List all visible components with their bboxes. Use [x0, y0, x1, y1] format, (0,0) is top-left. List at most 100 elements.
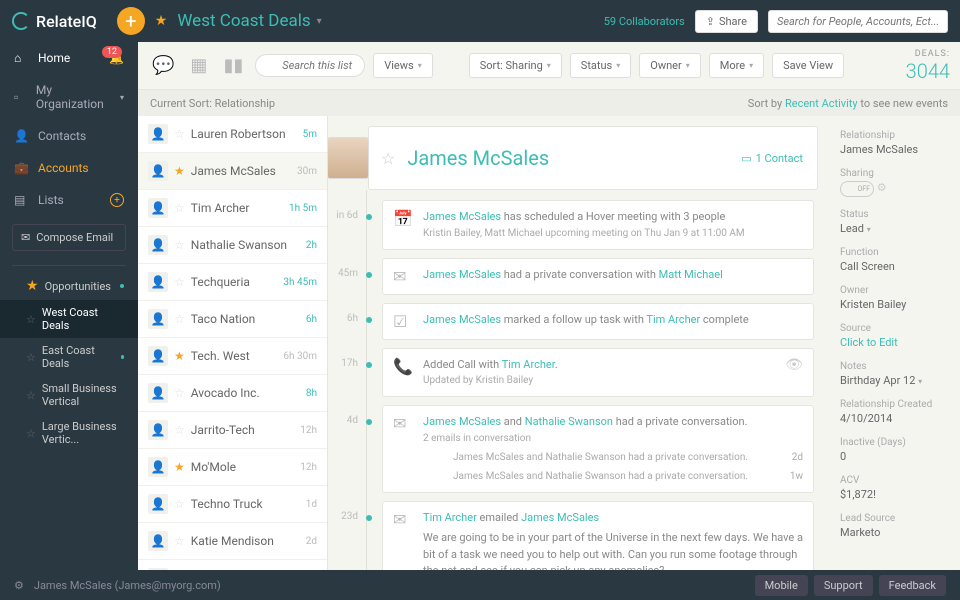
field-label: Relationship	[840, 130, 948, 141]
list-row[interactable]: 👤☆Techqueria3h 45m	[138, 264, 327, 301]
timeline-event: 45m✉James McSales had a private conversa…	[328, 258, 818, 295]
sidebar-field-acv[interactable]: ACV$1,872!	[840, 475, 948, 501]
chart-view-icon[interactable]: ▮▮	[219, 55, 247, 76]
sidebar-field-owner[interactable]: OwnerKristen Bailey	[840, 285, 948, 311]
list-row[interactable]: 👤☆Nathalie Swanson2h	[138, 227, 327, 264]
list-row[interactable]: 👤☆Taco Nation6h	[138, 301, 327, 338]
sidebar-field-sharing[interactable]: SharingOFF ⚙	[840, 168, 948, 197]
timeline-event: 4d✉James McSales and Nathalie Swanson ha…	[328, 405, 818, 493]
star-icon[interactable]: ☆	[174, 497, 185, 511]
sidebar-field-created[interactable]: Relationship Created4/10/2014	[840, 399, 948, 425]
activity-dot	[120, 284, 124, 288]
list-row[interactable]: 👤★Tech. West6h 30m	[138, 338, 327, 375]
star-icon[interactable]: ★	[174, 460, 185, 474]
accounts-icon: 💼	[14, 161, 28, 175]
list-row[interactable]: 👤☆Brandon Cunningham3d	[138, 560, 327, 570]
gear-icon[interactable]: ⚙	[877, 181, 887, 194]
more-dropdown[interactable]: More▾	[709, 53, 764, 78]
compose-email-button[interactable]: ✉Compose Email	[12, 224, 126, 251]
field-label: Function	[840, 247, 948, 258]
star-icon[interactable]: ☆	[174, 312, 185, 326]
sidebar-field-leadsource[interactable]: Lead SourceMarketo	[840, 513, 948, 539]
event-card[interactable]: ✉Tim Archer emailed James McSalesWe are …	[382, 501, 814, 571]
topbar: RelateIQ + ★ West Coast Deals▾ 59 Collab…	[0, 0, 960, 42]
star-icon[interactable]: ☆	[174, 238, 185, 252]
sidebar-field-relationship[interactable]: RelationshipJames McSales	[840, 130, 948, 156]
global-search-input[interactable]	[768, 10, 948, 33]
row-time: 6h	[306, 314, 317, 325]
add-button[interactable]: +	[117, 7, 145, 35]
event-card[interactable]: ☑James McSales marked a follow up task w…	[382, 303, 814, 340]
list-row[interactable]: 👤☆Techno Truck1d	[138, 486, 327, 523]
list-row[interactable]: 👤★Mo'Mole12h	[138, 449, 327, 486]
recent-activity-link[interactable]: Recent Activity	[785, 97, 858, 110]
event-card[interactable]: 📅James McSales has scheduled a Hover mee…	[382, 200, 814, 250]
gear-icon[interactable]: ⚙	[14, 579, 24, 592]
collaborators-link[interactable]: 59 Collaborators	[604, 15, 685, 28]
list-row[interactable]: 👤★James McSales30m	[138, 153, 327, 190]
mobile-button[interactable]: Mobile	[755, 575, 808, 596]
nav-accounts[interactable]: 💼Accounts	[0, 152, 138, 184]
support-button[interactable]: Support	[814, 575, 873, 596]
row-time: 1h 5m	[289, 203, 317, 214]
star-outline-icon[interactable]: ☆	[381, 149, 395, 168]
event-card[interactable]: ✉James McSales had a private conversatio…	[382, 258, 814, 295]
star-icon[interactable]: ☆	[174, 386, 185, 400]
sidebar-field-function[interactable]: FunctionCall Screen	[840, 247, 948, 273]
star-icon[interactable]: ☆	[174, 201, 185, 215]
list-search-input[interactable]	[255, 54, 365, 77]
nav-sub-item[interactable]: ☆East Coast Deals	[0, 338, 138, 376]
star-icon[interactable]: ★	[174, 349, 185, 363]
owner-dropdown[interactable]: Owner▾	[639, 53, 701, 78]
save-view-button[interactable]: Save View	[772, 53, 844, 78]
sharing-toggle[interactable]: OFF	[840, 181, 874, 197]
grid-view-icon[interactable]: ▦	[186, 55, 211, 76]
list-row[interactable]: 👤☆Katie Mendison2d	[138, 523, 327, 560]
nav-lists[interactable]: ▤Lists+	[0, 184, 138, 216]
breadcrumb[interactable]: West Coast Deals▾	[177, 11, 321, 31]
nav-my-org[interactable]: ▫My Organization▾	[0, 74, 138, 120]
nav-home[interactable]: ⌂Home🔔12	[0, 42, 138, 74]
list-row[interactable]: 👤☆Jarrito-Tech12h	[138, 412, 327, 449]
sidebar-field-source[interactable]: SourceClick to Edit	[840, 323, 948, 349]
sidebar-field-inactive[interactable]: Inactive (Days)0	[840, 437, 948, 463]
feedback-button[interactable]: Feedback	[879, 575, 946, 596]
star-icon[interactable]: ☆	[174, 275, 185, 289]
sort-dropdown[interactable]: Sort: Sharing▾	[469, 53, 562, 78]
footer-user[interactable]: James McSales (James@myorg.com)	[34, 579, 221, 592]
star-icon[interactable]: ★	[155, 13, 168, 29]
star-icon[interactable]: ☆	[174, 423, 185, 437]
nav-sub-item[interactable]: ☆Large Business Vertic...	[0, 414, 138, 452]
star-icon[interactable]: ☆	[174, 127, 185, 141]
contact-card-icon: ▭	[741, 152, 751, 165]
logo[interactable]: RelateIQ	[12, 12, 97, 31]
eye-icon[interactable]: 👁	[785, 357, 803, 389]
nav-opportunities[interactable]: ★Opportunities	[0, 272, 138, 300]
list-row[interactable]: 👤☆Lauren Robertson5m	[138, 116, 327, 153]
field-label: ACV	[840, 475, 948, 486]
chevron-down-icon: ▾	[867, 225, 871, 234]
contact-link[interactable]: ▭1 Contact	[741, 152, 803, 165]
timeline-dot	[366, 362, 372, 368]
event-card[interactable]: ✉James McSales and Nathalie Swanson had …	[382, 405, 814, 493]
star-icon[interactable]: ☆	[174, 534, 185, 548]
chat-view-icon[interactable]: 💬	[148, 55, 178, 76]
star-icon[interactable]: ★	[174, 164, 185, 178]
sidebar-field-status[interactable]: StatusLead ▾	[840, 209, 948, 235]
star-outline-icon: ☆	[26, 351, 36, 364]
views-dropdown[interactable]: Views▾	[373, 53, 432, 78]
share-button[interactable]: ⇪Share	[695, 10, 758, 33]
list-row[interactable]: 👤☆Avocado Inc.8h	[138, 375, 327, 412]
row-name: Tech. West	[191, 349, 278, 363]
event-card[interactable]: 📞Added Call with Tim Archer.Updated by K…	[382, 348, 814, 398]
nav-sub-item[interactable]: ☆West Coast Deals	[0, 300, 138, 338]
row-time: 12h	[300, 462, 317, 473]
status-dropdown[interactable]: Status▾	[570, 53, 631, 78]
sidebar-field-notes[interactable]: NotesBirthday Apr 12 ▾	[840, 361, 948, 387]
nav-sub-item[interactable]: ☆Small Business Vertical	[0, 376, 138, 414]
add-list-icon[interactable]: +	[110, 193, 124, 207]
row-name: Taco Nation	[191, 312, 300, 326]
list-row[interactable]: 👤☆Tim Archer1h 5m	[138, 190, 327, 227]
avatar[interactable]	[328, 137, 369, 179]
nav-contacts[interactable]: 👤Contacts	[0, 120, 138, 152]
